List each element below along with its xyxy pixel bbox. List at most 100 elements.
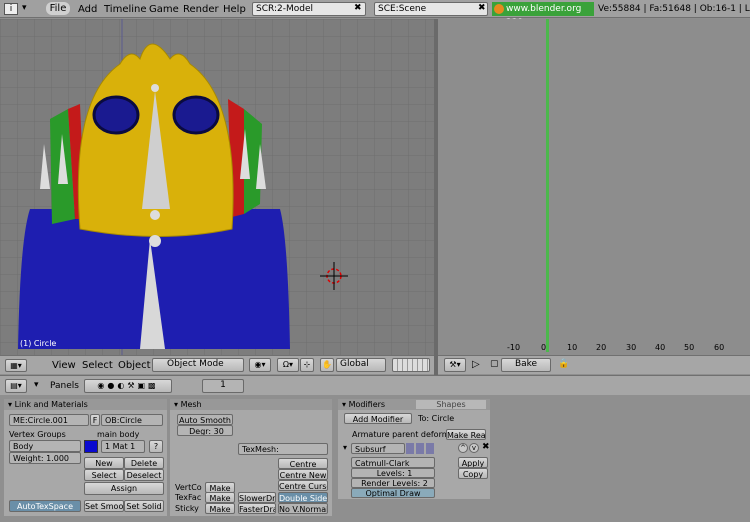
layers-grid[interactable] bbox=[392, 358, 430, 372]
material-name-label: main body bbox=[97, 430, 140, 439]
menu-file[interactable]: File bbox=[46, 2, 70, 15]
lock-icon[interactable]: 🔒 bbox=[558, 359, 569, 369]
sticky-make-button[interactable]: Make bbox=[205, 503, 235, 514]
collapse-icon[interactable]: ▾ bbox=[34, 380, 39, 390]
buttons-header: ▤▾ ▾ Panels ◉●◐⚒▣▩ 1 bbox=[0, 375, 750, 395]
buttons-window: ▾ Link and Materials ME:Circle.001 F OB:… bbox=[0, 396, 750, 522]
menu-timeline[interactable]: Timeline bbox=[104, 4, 147, 15]
centre-button[interactable]: Centre bbox=[278, 458, 328, 469]
mesh-panel: ▾ Mesh Auto Smooth Degr: 30 TexMesh: Cen… bbox=[170, 399, 332, 516]
set-solid-button[interactable]: Set Solid bbox=[124, 500, 164, 512]
armature-deform-label: Armature parent deform bbox=[352, 430, 450, 439]
modifiers-panel: ▾ Modifiers Shapes Add Modifier To: Circ… bbox=[338, 399, 490, 499]
slower-draw-button[interactable]: SlowerDr bbox=[238, 492, 276, 503]
close-icon[interactable]: ✖ bbox=[354, 3, 362, 13]
material-index-field[interactable]: 1 Mat 1 bbox=[101, 440, 145, 453]
subdivision-type-select[interactable]: Catmull-Clark bbox=[351, 457, 435, 468]
marker-icon[interactable]: ▢ bbox=[490, 359, 499, 369]
texfac-label: TexFac bbox=[175, 493, 202, 502]
website-badge: www.blender.org 239 bbox=[492, 2, 594, 28]
editor-type-button[interactable]: ⚒▾ bbox=[444, 358, 466, 372]
menu-select[interactable]: Select bbox=[82, 360, 113, 371]
viewport-header: ▦▾ View Select Object Object Mode ◉▾ Ω▾ … bbox=[0, 355, 434, 374]
3d-viewport[interactable]: (1) Circle bbox=[0, 19, 434, 355]
timeline-area[interactable]: -10 0 10 20 30 40 50 60 bbox=[438, 19, 750, 355]
mode-select[interactable]: Object Mode bbox=[152, 358, 244, 372]
new-button[interactable]: New bbox=[84, 457, 124, 469]
delete-modifier-icon[interactable]: ✖ bbox=[482, 442, 490, 452]
menu-view[interactable]: View bbox=[52, 360, 76, 371]
select-button[interactable]: Select bbox=[84, 469, 124, 481]
play-icon[interactable]: ▷ bbox=[472, 359, 480, 370]
delete-button[interactable]: Delete bbox=[124, 457, 164, 469]
add-modifier-button[interactable]: Add Modifier bbox=[344, 413, 412, 424]
editor-type-button[interactable]: ▤▾ bbox=[5, 379, 27, 393]
bake-button[interactable]: Bake bbox=[501, 358, 551, 372]
fake-user-button[interactable]: F bbox=[90, 414, 100, 426]
orientation-select[interactable]: Global bbox=[336, 358, 386, 372]
modifier-target-label: To: Circle bbox=[418, 414, 455, 423]
panels-label: Panels bbox=[50, 381, 79, 391]
weight-field[interactable]: Weight: 1.000 bbox=[9, 452, 81, 464]
scene-stats: Ve:55884 | Fa:51648 | Ob:16-1 | Lo bbox=[598, 4, 750, 14]
autotexspace-toggle[interactable]: AutoTexSpace bbox=[9, 500, 81, 512]
apply-button[interactable]: Apply bbox=[458, 457, 488, 468]
menu-add[interactable]: Add bbox=[78, 4, 97, 15]
copy-button[interactable]: Copy bbox=[458, 468, 488, 479]
info-icon[interactable]: i bbox=[4, 3, 18, 15]
texmesh-field[interactable]: TexMesh: bbox=[238, 443, 328, 455]
move-up-icon[interactable]: ^ bbox=[458, 443, 468, 453]
centre-cursor-button[interactable]: Centre Curso bbox=[278, 480, 328, 491]
vertco-label: VertCo bbox=[175, 483, 202, 492]
screen-selector[interactable]: SCR:2-Model bbox=[252, 2, 366, 16]
draw-type-button[interactable]: ◉▾ bbox=[249, 358, 271, 372]
sticky-label: Sticky bbox=[175, 504, 199, 513]
optimal-draw-toggle[interactable]: Optimal Draw bbox=[351, 488, 435, 498]
panel-title[interactable]: ▾ Mesh bbox=[174, 400, 202, 409]
set-smooth-button[interactable]: Set Smoot bbox=[84, 500, 124, 512]
timeline-ruler: -10 0 10 20 30 40 50 60 bbox=[507, 343, 725, 352]
double-sided-toggle[interactable]: Double Sided bbox=[278, 492, 328, 503]
modifier-visibility-icons[interactable] bbox=[406, 443, 434, 454]
degr-field[interactable]: Degr: 30 bbox=[177, 425, 233, 436]
no-vnormal-flip-toggle[interactable]: No V.Normal F bbox=[278, 503, 328, 514]
faster-draw-button[interactable]: FasterDra bbox=[238, 503, 276, 514]
pivot-button[interactable]: Ω▾ bbox=[277, 358, 299, 372]
object-label: (1) Circle bbox=[20, 339, 57, 348]
timeline-header: ⚒▾ ▷ ▢ Bake 🔒 bbox=[438, 355, 750, 374]
scene-selector[interactable]: SCE:Scene bbox=[374, 2, 488, 16]
auto-smooth-toggle[interactable]: Auto Smooth bbox=[177, 414, 233, 425]
menu-object[interactable]: Object bbox=[118, 360, 151, 371]
object-name-field[interactable]: OB:Circle bbox=[101, 414, 163, 426]
editor-type-button[interactable]: ▦▾ bbox=[5, 359, 27, 372]
top-bar: i ▾ File Add Timeline Game Render Help S… bbox=[0, 0, 750, 28]
manipulator-button[interactable]: ⊹ bbox=[300, 358, 314, 372]
collapse-icon[interactable]: ▾ bbox=[343, 443, 347, 452]
mesh-name-field[interactable]: ME:Circle.001 bbox=[9, 414, 89, 426]
frame-field[interactable]: 1 bbox=[202, 379, 244, 393]
levels-field[interactable]: Levels: 1 bbox=[351, 468, 435, 478]
move-down-icon[interactable]: v bbox=[469, 443, 479, 453]
vertex-groups-label: Vertex Groups bbox=[9, 430, 66, 439]
deselect-button[interactable]: Deselect bbox=[124, 469, 164, 481]
menu-help[interactable]: Help bbox=[223, 4, 246, 15]
close-icon[interactable]: ✖ bbox=[478, 3, 486, 13]
collapse-icon[interactable]: ▾ bbox=[22, 3, 27, 13]
subsurf-name-field[interactable]: Subsurf bbox=[351, 443, 405, 454]
assign-button[interactable]: Assign bbox=[84, 482, 164, 495]
context-buttons[interactable]: ◉●◐⚒▣▩ bbox=[84, 379, 172, 393]
tab-shapes[interactable]: Shapes bbox=[416, 400, 486, 409]
material-color-swatch[interactable] bbox=[84, 440, 98, 453]
hand-icon[interactable]: ✋ bbox=[320, 358, 334, 372]
link-materials-panel: ▾ Link and Materials ME:Circle.001 F OB:… bbox=[4, 399, 167, 516]
vertex-group-select[interactable]: Body bbox=[9, 440, 81, 452]
menu-game[interactable]: Game bbox=[149, 4, 179, 15]
panel-title[interactable]: ▾ Link and Materials bbox=[8, 400, 88, 409]
tab-modifiers[interactable]: ▾ Modifiers bbox=[342, 400, 385, 409]
menu-render[interactable]: Render bbox=[183, 4, 219, 15]
make-real-button[interactable]: Make Real bbox=[446, 429, 486, 440]
centre-new-button[interactable]: Centre New bbox=[278, 469, 328, 480]
render-levels-field[interactable]: Render Levels: 2 bbox=[351, 478, 435, 488]
material-help-button[interactable]: ? bbox=[149, 440, 163, 453]
texfac-make-button[interactable]: Make bbox=[205, 492, 235, 503]
